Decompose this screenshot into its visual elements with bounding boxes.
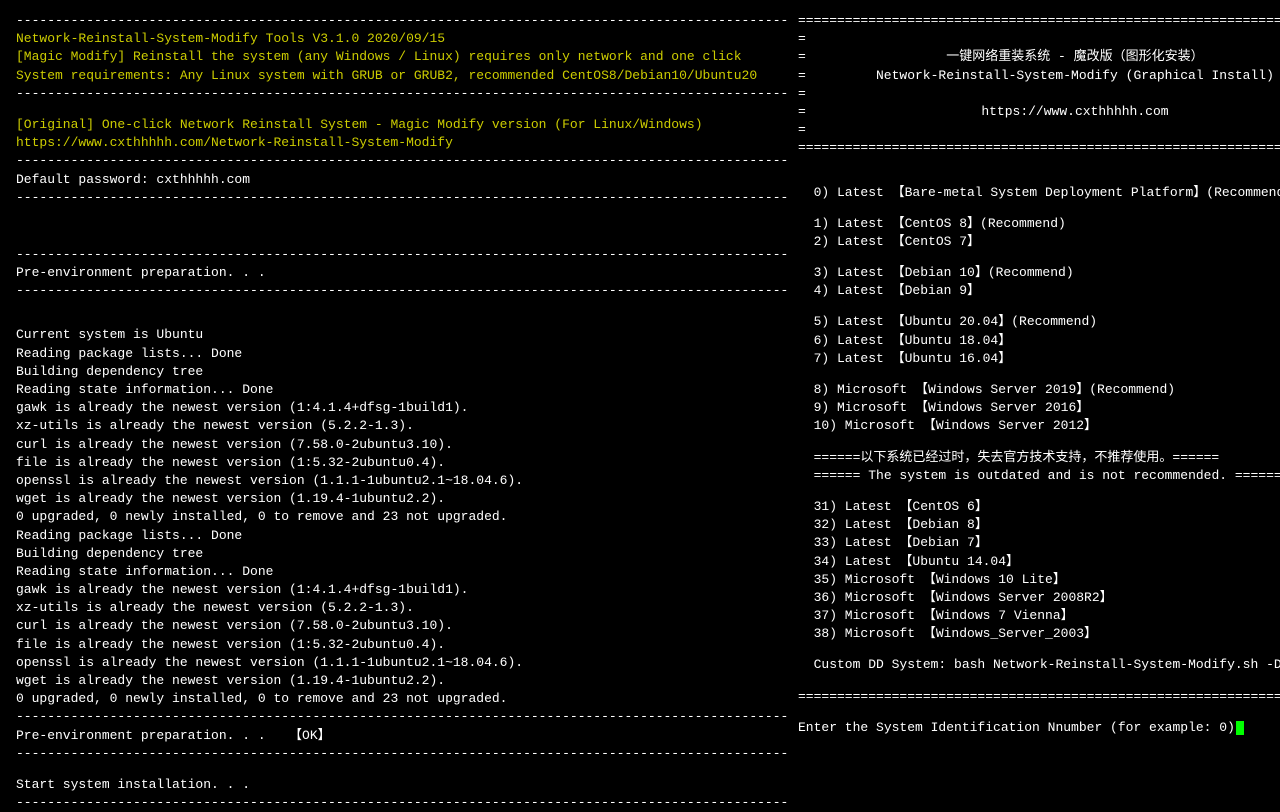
menu-item[interactable]: ======以下系统已经过时，失去官方技术支持，不推荐使用。====== <box>798 449 1280 467</box>
menu-item[interactable]: 7) Latest 【Ubuntu 16.04】 <box>798 350 1280 368</box>
boxed-blank: = = <box>798 85 1280 103</box>
log-line: file is already the newest version (1:5.… <box>16 636 790 654</box>
tool-desc-2: System requirements: Any Linux system wi… <box>16 67 790 85</box>
menu-item[interactable]: 6) Latest 【Ubuntu 18.04】 <box>798 332 1280 350</box>
separator: ----------------------------------------… <box>16 189 790 207</box>
menu-item[interactable]: 37) Microsoft 【Windows 7 Vienna】 <box>798 607 1280 625</box>
install-log: Current system is UbuntuReading package … <box>16 326 790 708</box>
right-menu-pane: ========================================… <box>794 4 1280 663</box>
menu-item[interactable]: 0) Latest 【Bare-metal System Deployment … <box>798 184 1280 202</box>
log-line: Current system is Ubuntu <box>16 326 790 344</box>
menu-item[interactable]: 31) Latest 【CentOS 6】 <box>798 498 1280 516</box>
prompt-text: Enter the System Identification Nnumber … <box>798 719 1235 737</box>
default-password: Default password: cxthhhhh.com <box>16 171 790 189</box>
separator-eq: ========================================… <box>798 139 1280 157</box>
input-prompt[interactable]: Enter the System Identification Nnumber … <box>798 719 1280 737</box>
cursor <box>1236 721 1244 735</box>
banner-title-cn: =一键网络重装系统 - 魔改版（图形化安装）= <box>798 48 1280 66</box>
banner-title-en: =Network-Reinstall-System-Modify (Graphi… <box>798 67 1280 85</box>
separator: ----------------------------------------… <box>16 85 790 103</box>
banner-url: =https://www.cxthhhhh.com= <box>798 103 1280 121</box>
log-line: 0 upgraded, 0 newly installed, 0 to remo… <box>16 690 790 708</box>
separator-eq: ========================================… <box>798 688 1280 706</box>
log-line: Reading package lists... Done <box>16 345 790 363</box>
log-line: Building dependency tree <box>16 363 790 381</box>
separator: ----------------------------------------… <box>16 282 790 300</box>
menu-item[interactable]: 10) Microsoft 【Windows Server 2012】 <box>798 417 1280 435</box>
log-line: gawk is already the newest version (1:4.… <box>16 399 790 417</box>
left-terminal-pane: ----------------------------------------… <box>4 4 794 663</box>
log-line: gawk is already the newest version (1:4.… <box>16 581 790 599</box>
tool-original: [Original] One-click Network Reinstall S… <box>16 116 790 134</box>
log-line: xz-utils is already the newest version (… <box>16 417 790 435</box>
menu-item[interactable]: 35) Microsoft 【Windows 10 Lite】 <box>798 571 1280 589</box>
separator: ----------------------------------------… <box>16 12 790 30</box>
separator-eq: ========================================… <box>798 12 1280 30</box>
log-line: Reading package lists... Done <box>16 527 790 545</box>
log-line: Building dependency tree <box>16 545 790 563</box>
menu-item[interactable]: 34) Latest 【Ubuntu 14.04】 <box>798 553 1280 571</box>
menu-item[interactable]: 5) Latest 【Ubuntu 20.04】(Recommend) <box>798 313 1280 331</box>
log-line: Reading state information... Done <box>16 563 790 581</box>
tool-url: https://www.cxthhhhh.com/Network-Reinsta… <box>16 134 790 152</box>
log-line: wget is already the newest version (1.19… <box>16 672 790 690</box>
log-line: 0 upgraded, 0 newly installed, 0 to remo… <box>16 508 790 526</box>
start-install: Start system installation. . . <box>16 776 790 794</box>
menu-item[interactable]: 4) Latest 【Debian 9】 <box>798 282 1280 300</box>
menu-item[interactable]: 33) Latest 【Debian 7】 <box>798 534 1280 552</box>
log-line: file is already the newest version (1:5.… <box>16 454 790 472</box>
separator: ----------------------------------------… <box>16 152 790 170</box>
boxed-blank: = = <box>798 121 1280 139</box>
separator: ----------------------------------------… <box>16 745 790 763</box>
menu-item[interactable]: 32) Latest 【Debian 8】 <box>798 516 1280 534</box>
menu-item[interactable]: 3) Latest 【Debian 10】(Recommend) <box>798 264 1280 282</box>
tool-title: Network-Reinstall-System-Modify Tools V3… <box>16 30 790 48</box>
log-line: xz-utils is already the newest version (… <box>16 599 790 617</box>
separator: ----------------------------------------… <box>16 794 790 812</box>
log-line: curl is already the newest version (7.58… <box>16 617 790 635</box>
pre-env-prep: Pre-environment preparation. . . <box>16 264 790 282</box>
log-line: Reading state information... Done <box>16 381 790 399</box>
log-line: openssl is already the newest version (1… <box>16 472 790 490</box>
menu-item[interactable]: 1) Latest 【CentOS 8】(Recommend) <box>798 215 1280 233</box>
separator: ----------------------------------------… <box>16 708 790 726</box>
menu-item[interactable]: 36) Microsoft 【Windows Server 2008R2】 <box>798 589 1280 607</box>
boxed-blank: = = <box>798 30 1280 48</box>
pre-env-ok: Pre-environment preparation. . . 【OK】 <box>16 727 790 745</box>
separator: ----------------------------------------… <box>16 246 790 264</box>
log-line: wget is already the newest version (1.19… <box>16 490 790 508</box>
menu-item[interactable]: ====== The system is outdated and is not… <box>798 467 1280 485</box>
tool-desc-1: [Magic Modify] Reinstall the system (any… <box>16 48 790 66</box>
log-line: openssl is already the newest version (1… <box>16 654 790 672</box>
log-line: curl is already the newest version (7.58… <box>16 436 790 454</box>
menu-item[interactable]: Custom DD System: bash Network-Reinstall… <box>798 656 1280 674</box>
system-menu: 0) Latest 【Bare-metal System Deployment … <box>798 184 1280 675</box>
menu-item[interactable]: 9) Microsoft 【Windows Server 2016】 <box>798 399 1280 417</box>
menu-item[interactable]: 38) Microsoft 【Windows_Server_2003】 <box>798 625 1280 643</box>
menu-item[interactable]: 2) Latest 【CentOS 7】 <box>798 233 1280 251</box>
menu-item[interactable]: 8) Microsoft 【Windows Server 2019】(Recom… <box>798 381 1280 399</box>
